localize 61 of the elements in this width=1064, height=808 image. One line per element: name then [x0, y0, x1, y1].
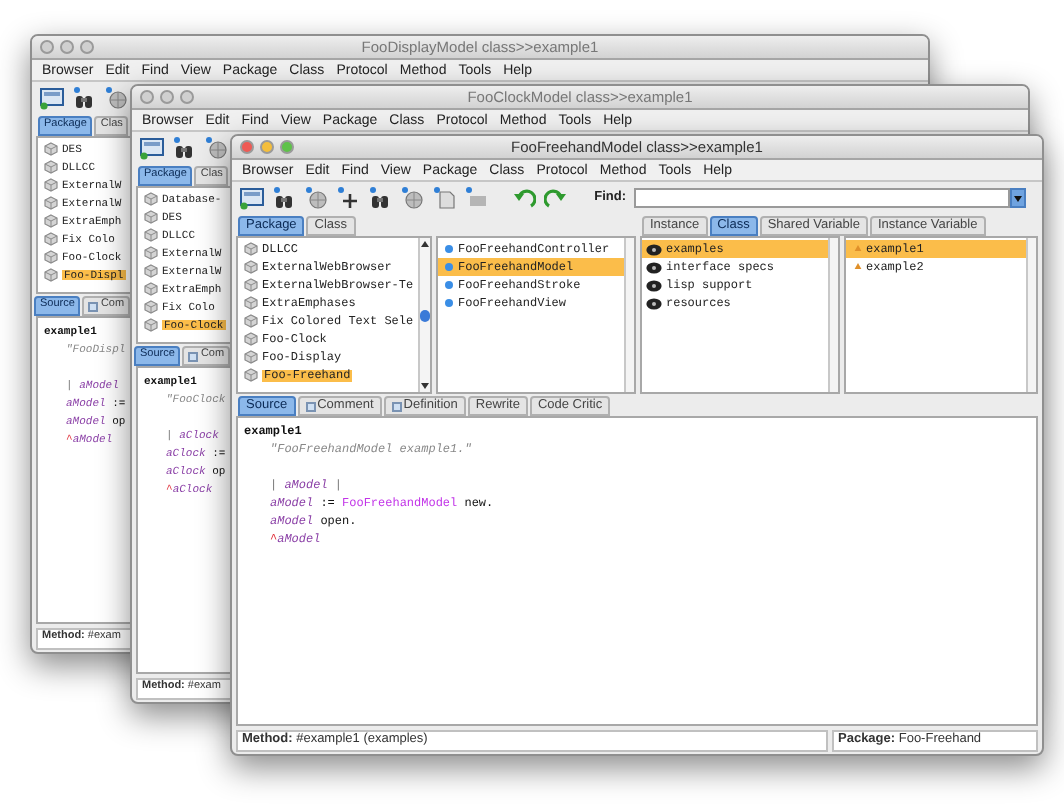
package-icon	[44, 250, 58, 264]
package-icon	[244, 314, 258, 328]
binoculars-icon[interactable]	[368, 186, 392, 210]
package-icon	[44, 178, 58, 192]
bar-icon[interactable]	[464, 186, 488, 210]
undo-icon[interactable]	[512, 186, 536, 210]
protocol-icon	[646, 261, 662, 273]
package-icon	[244, 332, 258, 346]
protocol-icon	[646, 243, 662, 255]
protocol-icon	[646, 279, 662, 291]
package-icon	[244, 296, 258, 310]
package-icon	[144, 210, 158, 224]
binoculars-icon[interactable]	[272, 186, 296, 210]
browser-icon[interactable]	[140, 136, 164, 160]
globe-icon[interactable]	[204, 136, 228, 160]
dot-icon	[444, 244, 454, 254]
package-icon	[244, 242, 258, 256]
package-icon	[144, 282, 158, 296]
zoom-button[interactable]	[180, 90, 194, 104]
protocol-icon	[646, 297, 662, 309]
scroll-bar[interactable]	[418, 238, 430, 392]
package-icon	[244, 350, 258, 364]
package-icon	[144, 192, 158, 206]
globe-icon[interactable]	[400, 186, 424, 210]
zoom-button[interactable]	[280, 140, 294, 154]
browser-icon[interactable]	[40, 86, 64, 110]
document-icon[interactable]	[432, 186, 456, 210]
find-field[interactable]	[634, 188, 1010, 208]
minimize-button[interactable]	[60, 40, 74, 54]
minimize-button[interactable]	[160, 90, 174, 104]
package-icon	[144, 318, 158, 332]
binoculars-icon[interactable]	[72, 86, 96, 110]
browser-icon[interactable]	[240, 186, 264, 210]
close-button[interactable]	[240, 140, 254, 154]
package-icon	[44, 268, 58, 282]
dot-icon	[444, 280, 454, 290]
dot-icon	[444, 262, 454, 272]
binoculars-icon[interactable]	[172, 136, 196, 160]
minimize-button[interactable]	[260, 140, 274, 154]
package-icon	[244, 278, 258, 292]
package-icon	[144, 228, 158, 242]
package-icon	[44, 196, 58, 210]
globe-icon[interactable]	[304, 186, 328, 210]
globe-icon[interactable]	[104, 86, 128, 110]
package-icon	[144, 264, 158, 278]
package-icon	[244, 368, 258, 382]
close-button[interactable]	[40, 40, 54, 54]
caret-icon	[1014, 195, 1022, 201]
zoom-button[interactable]	[80, 40, 94, 54]
close-button[interactable]	[140, 90, 154, 104]
dropdown-button[interactable]	[1010, 188, 1026, 208]
plus-icon[interactable]	[336, 186, 360, 210]
package-icon	[244, 260, 258, 274]
package-icon	[44, 214, 58, 228]
redo-icon[interactable]	[544, 186, 568, 210]
package-icon	[44, 232, 58, 246]
dot-icon	[444, 298, 454, 308]
package-icon	[144, 300, 158, 314]
package-icon	[144, 246, 158, 260]
package-icon	[44, 160, 58, 174]
package-icon	[44, 142, 58, 156]
